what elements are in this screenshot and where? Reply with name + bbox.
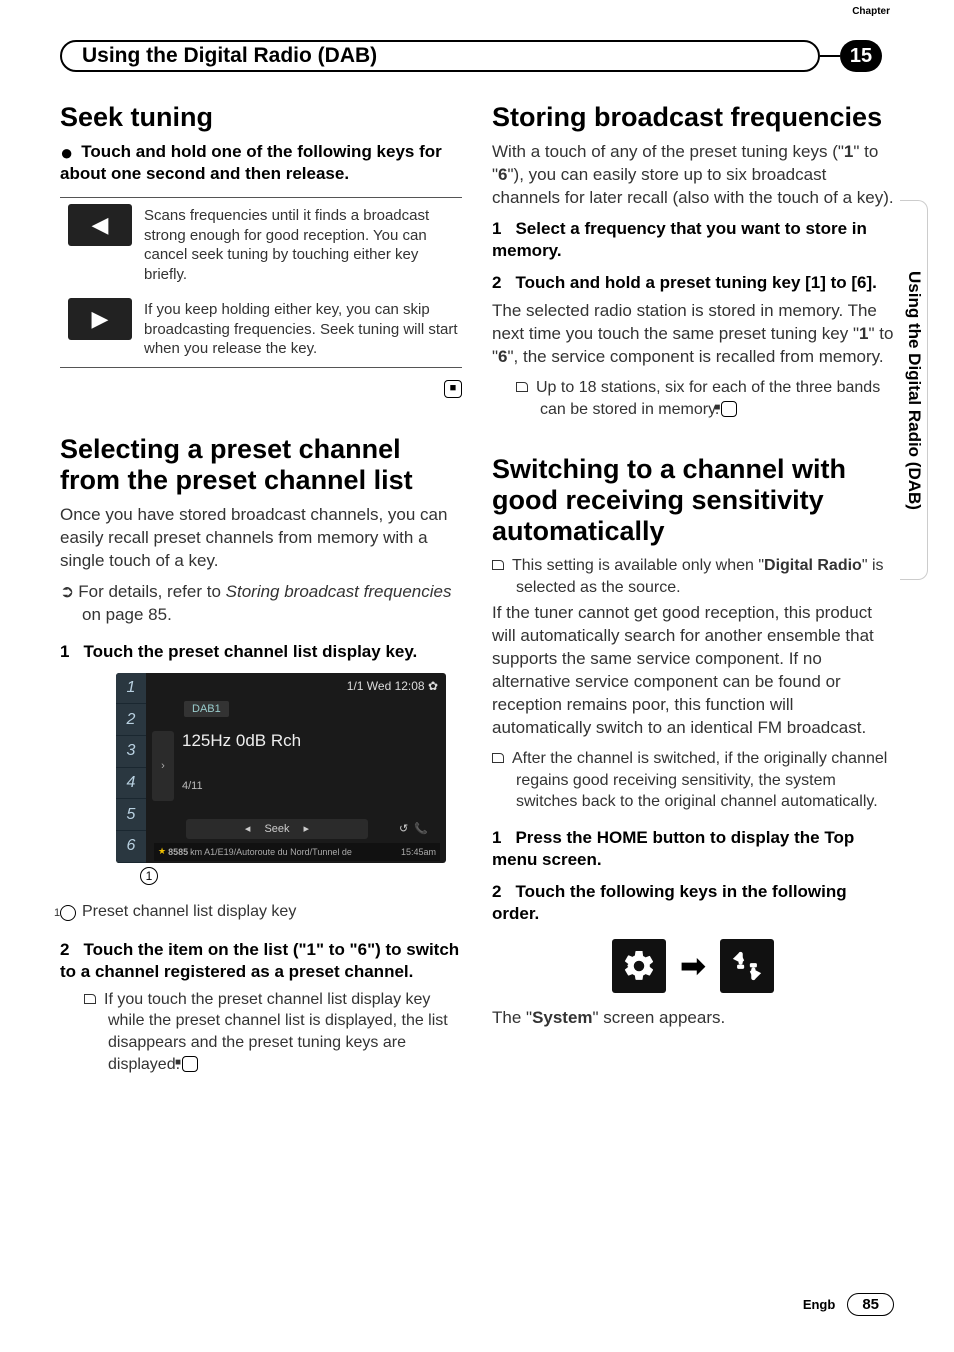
system-screen-text: The "System" screen appears. [492,1007,894,1030]
chapter-title-pill: Using the Digital Radio (DAB) [60,40,820,72]
ss-frequency: 125Hz 0dB Rch [182,731,301,751]
ss-bottom-bar: ★ 8585 km A1/E19/Autoroute du Nord/Tunne… [154,843,440,861]
note-item: After the channel is switched, if the or… [492,748,894,813]
ss-preset-5: 5 [116,799,146,831]
ss-preset-column: 1 2 3 4 5 6 [116,673,146,863]
note-item: Up to 18 stations, six for each of the t… [492,377,894,420]
next-key-desc: If you keep holding either key, you can … [140,298,462,361]
device-screenshot: 1 2 3 4 5 6 1/1 Wed 12:08 ✿ DAB1 › 125Hz… [116,673,446,863]
heading-seek-tuning: Seek tuning [60,102,462,133]
note-item: If you touch the preset channel list dis… [60,989,462,1075]
footer-page-number: 85 [847,1293,894,1316]
ss-preset-4: 4 [116,768,146,800]
step-1: 1Touch the preset channel list display k… [60,641,462,663]
callout-definition: 1Preset channel list display key [60,903,462,921]
seek-intro-text: Touch and hold one of the following keys… [60,142,442,183]
select-preset-body: Once you have stored broadcast channels,… [60,504,462,573]
heading-select-preset: Selecting a preset channel from the pres… [60,434,462,496]
chapter-number: 15 [840,40,882,72]
store-step-1: 1Select a frequency that you want to sto… [492,218,894,262]
header-connector [820,55,840,57]
prev-key-desc: Scans frequencies until it finds a broad… [140,204,462,286]
chapter-title: Using the Digital Radio (DAB) [82,44,377,68]
callout-marker: 1 [140,867,462,885]
page-footer: Engb 85 [803,1293,894,1316]
chapter-badge: Chapter 15 [840,40,894,72]
switch-step-1: 1Press the HOME button to display the To… [492,827,894,871]
note-item: This setting is available only when "Dig… [492,555,894,598]
switch-step-2: 2Touch the following keys in the followi… [492,881,894,925]
ss-band-badge: DAB1 [184,701,229,717]
ss-preset-2: 2 [116,704,146,736]
seek-intro: ●Touch and hold one of the following key… [60,141,462,185]
step-2: 2Touch the item on the list ("1" to "6")… [60,939,462,983]
arrow-right-icon: ➡ [680,949,705,984]
footer-language: Engb [803,1297,836,1312]
tools-icon [720,939,774,993]
switching-body: If the tuner cannot get good reception, … [492,602,894,740]
table-row: ◀ Scans frequencies until it finds a bro… [60,198,462,292]
next-key-icon: ▶ [68,298,132,340]
ss-clock: 1/1 Wed 12:08 ✿ [347,679,438,693]
store-body-2: The selected radio station is stored in … [492,300,894,369]
storing-body: With a touch of any of the preset tuning… [492,141,894,210]
section-end-mark: ■ [60,378,462,398]
ss-expand-icon: › [152,731,174,801]
ss-preset-1: 1 [116,673,146,705]
ss-preset-6: 6 [116,831,146,863]
ss-count: 4/11 [182,780,203,792]
ss-seek-bar: ◂Seek▸ ↺ 📞 [186,819,368,839]
key-table: ◀ Scans frequencies until it finds a bro… [60,197,462,368]
cross-reference: ➲For details, refer to Storing broadcast… [60,581,462,627]
prev-key-icon: ◀ [68,204,132,246]
table-row: ▶ If you keep holding either key, you ca… [60,292,462,367]
ss-preset-3: 3 [116,736,146,768]
side-tab: Using the Digital Radio (DAB) [900,200,928,580]
right-column: Storing broadcast frequencies With a tou… [492,102,894,1079]
chapter-header: Using the Digital Radio (DAB) Chapter 15 [60,40,894,72]
chapter-label: Chapter [852,6,890,17]
heading-switching: Switching to a channel with good receivi… [492,454,894,547]
settings-gear-icon [612,939,666,993]
heading-storing: Storing broadcast frequencies [492,102,894,133]
store-step-2: 2Touch and hold a preset tuning key [1] … [492,272,894,294]
key-sequence: ➡ [492,939,894,993]
left-column: Seek tuning ●Touch and hold one of the f… [60,102,462,1079]
